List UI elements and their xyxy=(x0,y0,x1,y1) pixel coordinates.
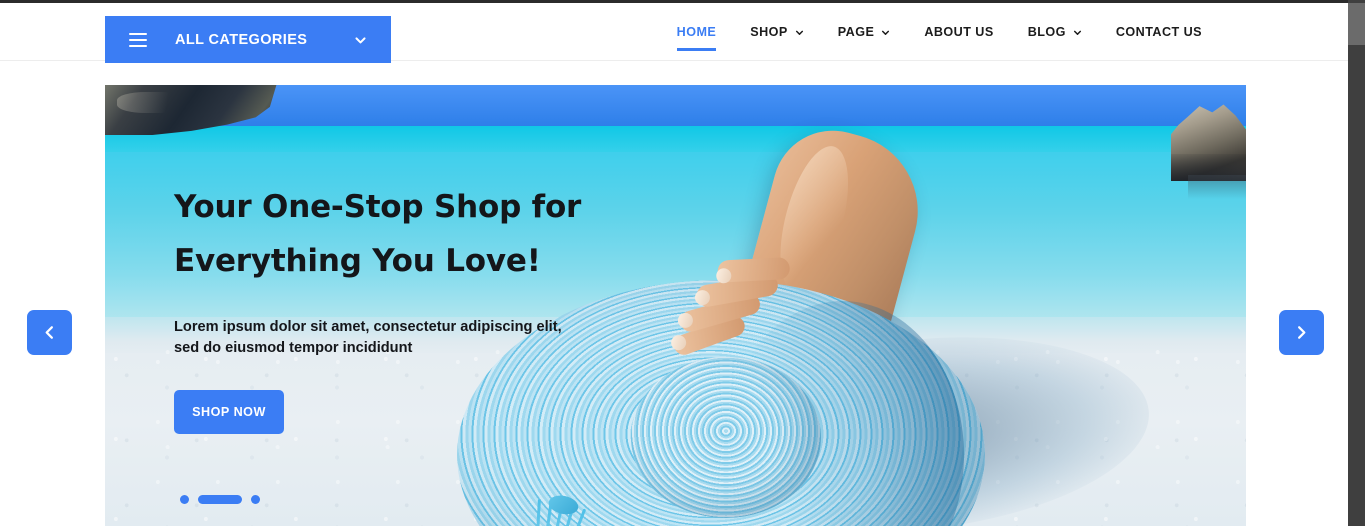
hamburger-icon xyxy=(129,32,147,47)
nav-item-label: BLOG xyxy=(1027,25,1066,39)
all-categories-label: ALL CATEGORIES xyxy=(175,31,308,48)
sky xyxy=(105,85,1246,126)
chevron-down-icon xyxy=(795,28,804,37)
chevron-down-icon xyxy=(881,28,890,37)
chevron-left-icon xyxy=(42,325,57,340)
carousel-dot-1[interactable] xyxy=(180,495,189,504)
nav-item-label: CONTACT US xyxy=(1115,25,1202,39)
hero-copy: Your One-Stop Shop for Everything You Lo… xyxy=(174,180,734,435)
vertical-scrollbar-track[interactable] xyxy=(1348,0,1365,526)
nav-item-shop[interactable]: SHOP xyxy=(733,3,821,61)
hero-carousel: Your One-Stop Shop for Everything You Lo… xyxy=(105,85,1246,526)
tassel-knot xyxy=(546,493,580,517)
chevron-right-icon xyxy=(1294,325,1309,340)
nav-item-label: HOME xyxy=(676,25,717,39)
cliff-shadow xyxy=(1188,175,1246,199)
chevron-down-icon xyxy=(1073,28,1082,37)
nav-item-label: ABOUT US xyxy=(924,25,994,39)
nav-item-about-us[interactable]: ABOUT US xyxy=(907,3,1010,61)
hero-title-line-2: Everything You Love! xyxy=(174,243,541,280)
site-header: ALL CATEGORIES HOME SHOP PAGE ABOUT US B… xyxy=(0,3,1348,63)
hero-title: Your One-Stop Shop for Everything You Lo… xyxy=(174,180,734,289)
hat-tassel xyxy=(522,493,596,526)
main-navigation: HOME SHOP PAGE ABOUT US BLOG CONTACT US xyxy=(660,3,1219,61)
shop-now-button[interactable]: SHOP NOW xyxy=(174,390,284,435)
nav-item-blog[interactable]: BLOG xyxy=(1011,3,1099,61)
carousel-next-button[interactable] xyxy=(1279,310,1324,355)
nav-item-contact-us[interactable]: CONTACT US xyxy=(1099,3,1219,61)
page-viewport: ALL CATEGORIES HOME SHOP PAGE ABOUT US B… xyxy=(0,3,1348,526)
all-categories-button[interactable]: ALL CATEGORIES xyxy=(105,16,391,63)
hero-subtitle-line-2: sed do eiusmod tempor incididunt xyxy=(174,340,413,357)
carousel-indicators xyxy=(180,495,260,504)
nav-item-label: PAGE xyxy=(837,25,875,39)
hero-title-line-1: Your One-Stop Shop for xyxy=(174,189,582,225)
nav-item-home[interactable]: HOME xyxy=(660,3,734,61)
carousel-dot-3[interactable] xyxy=(251,495,260,504)
carousel-dot-2[interactable] xyxy=(198,495,242,504)
carousel-prev-button[interactable] xyxy=(27,310,72,355)
nav-item-label: SHOP xyxy=(750,25,788,39)
far-sea xyxy=(105,126,1246,152)
hero-subtitle-line-1: Lorem ipsum dolor sit amet, consectetur … xyxy=(174,318,562,335)
nav-item-page[interactable]: PAGE xyxy=(821,3,908,61)
chevron-down-icon xyxy=(354,33,367,46)
vertical-scrollbar-thumb[interactable] xyxy=(1348,3,1365,45)
hero-subtitle: Lorem ipsum dolor sit amet, consectetur … xyxy=(174,317,734,361)
